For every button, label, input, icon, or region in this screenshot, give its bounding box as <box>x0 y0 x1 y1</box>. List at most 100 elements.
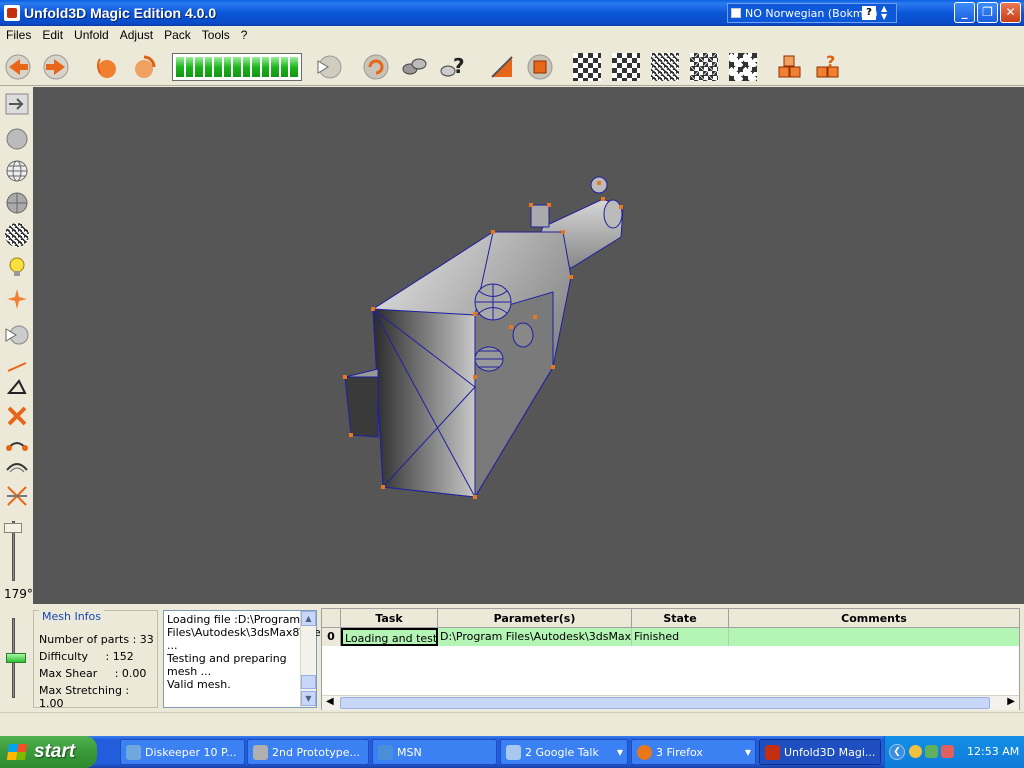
menu-adjust[interactable]: Adjust <box>114 28 158 42</box>
table-hscrollbar[interactable]: ◀ ▶ <box>322 695 1019 710</box>
sphere-icon[interactable] <box>5 127 29 151</box>
log-textbox[interactable]: Loading file :D:\Program Files\Autodesk\… <box>163 610 395 708</box>
pan-icon[interactable] <box>315 53 343 81</box>
mesh-render <box>343 176 624 499</box>
pin-icon[interactable] <box>5 287 29 311</box>
show-hidden-icons[interactable]: ❮ <box>889 744 905 760</box>
toolbar: ? ? <box>0 44 1024 86</box>
task-msn[interactable]: MSN <box>372 739 497 765</box>
network-icon[interactable] <box>909 745 922 758</box>
task-label: Unfold3D Magi... <box>784 746 876 759</box>
mesh-infos-title: Mesh Infos <box>39 610 105 623</box>
delete-icon[interactable] <box>5 404 29 428</box>
bottom-panel: Mesh Infos Number of parts : 33 Difficul… <box>0 604 1024 712</box>
progress-segment <box>185 57 194 77</box>
task-label: 2 Google Talk <box>525 746 599 759</box>
scroll-down-icon[interactable]: ▼ <box>301 691 316 706</box>
windows-logo-icon <box>6 744 28 760</box>
table-row[interactable]: 0 Loading and testing D:\Program Files\A… <box>322 628 1019 646</box>
menu-unfold[interactable]: Unfold <box>68 28 114 42</box>
checker-fine-icon[interactable] <box>651 53 679 81</box>
progress-segment <box>223 57 232 77</box>
mail-icon[interactable] <box>941 745 954 758</box>
hscroll-thumb[interactable] <box>340 697 990 709</box>
angle-slider-thumb[interactable] <box>4 523 22 533</box>
task-firefox[interactable]: 3 Firefox ▼ <box>631 739 756 765</box>
stop-icon[interactable] <box>526 53 554 81</box>
wire-sphere-icon[interactable] <box>5 159 29 183</box>
cell-state[interactable]: Finished <box>632 628 729 646</box>
app-icon[interactable] <box>4 5 20 21</box>
bend-down-icon[interactable] <box>5 454 29 478</box>
header-parameters[interactable]: Parameter(s) <box>438 609 632 628</box>
checker-medium-icon[interactable] <box>690 53 718 81</box>
checker-help-icon[interactable] <box>612 53 640 81</box>
cell-comments[interactable] <box>729 628 1019 646</box>
cell-parameters[interactable]: D:\Program Files\Autodesk\3dsMax8\m <box>438 628 632 646</box>
language-options-icon[interactable]: ▲ ▼ <box>881 5 887 21</box>
language-selector[interactable]: NO Norwegian (Bokmal) ? ▲ ▼ <box>727 3 897 23</box>
progress-segment <box>242 57 251 77</box>
task-unfold3d[interactable]: Unfold3D Magi... <box>759 739 881 765</box>
start-button[interactable]: start <box>0 736 97 768</box>
status-bar <box>0 712 1024 732</box>
menu-pack[interactable]: Pack <box>158 28 196 42</box>
checker-coarse-icon[interactable] <box>729 53 757 81</box>
cell-task[interactable]: Loading and testing <box>341 628 438 646</box>
task-google-talk[interactable]: 2 Google Talk ▼ <box>500 739 628 765</box>
progress-segment <box>280 57 289 77</box>
scroll-left-icon[interactable]: ◀ <box>326 696 334 707</box>
task-table: Task Parameter(s) State Comments 0 Loadi… <box>321 608 1020 710</box>
log-scrollbar[interactable]: ▲ ▼ <box>300 611 316 707</box>
arrow-icon[interactable] <box>5 375 29 399</box>
maximize-button[interactable]: ❐ <box>977 2 998 23</box>
task-prototype[interactable]: 2nd Prototype... <box>247 739 369 765</box>
left-toolbar: 179° <box>0 87 33 604</box>
arrow-right-icon[interactable] <box>42 53 70 81</box>
pack-icon[interactable] <box>776 53 804 81</box>
menu-files[interactable]: Files <box>0 28 36 42</box>
help-icon[interactable]: ? <box>438 53 466 81</box>
language-help-button[interactable]: ? <box>862 6 876 20</box>
arrow-left-icon[interactable] <box>4 53 32 81</box>
zoom-slider-thumb[interactable] <box>6 653 26 663</box>
progress-segment <box>176 57 184 77</box>
chat-bubble-icon <box>506 745 521 760</box>
select-pan-icon[interactable] <box>5 323 29 347</box>
pipes-icon[interactable] <box>400 53 428 81</box>
grid-sphere-icon[interactable] <box>5 191 29 215</box>
light-bulb-icon[interactable] <box>5 255 29 279</box>
svg-text:?: ? <box>453 54 465 78</box>
header-state[interactable]: State <box>632 609 729 628</box>
unfold3d-icon <box>765 745 780 760</box>
rotate-view-icon[interactable] <box>362 53 390 81</box>
checker-arrow-icon[interactable] <box>573 53 601 81</box>
next-icon[interactable] <box>5 92 29 116</box>
header-comments[interactable]: Comments <box>729 609 1019 628</box>
pack-help-icon[interactable]: ? <box>814 53 842 81</box>
menu-help[interactable]: ? <box>235 28 253 42</box>
scroll-thumb[interactable] <box>301 675 316 689</box>
scroll-right-icon[interactable]: ▶ <box>1007 696 1015 707</box>
scissors-icon[interactable] <box>5 484 29 508</box>
header-task[interactable]: Task <box>341 609 438 628</box>
menu-edit[interactable]: Edit <box>36 28 68 42</box>
scroll-up-icon[interactable]: ▲ <box>301 611 316 626</box>
task-diskeeper[interactable]: Diskeeper 10 P... <box>120 739 245 765</box>
rotate-sphere-icon[interactable] <box>130 53 158 81</box>
menu-tools[interactable]: Tools <box>196 28 235 42</box>
diskeeper-icon <box>126 745 141 760</box>
checker-sphere-icon[interactable] <box>5 223 29 247</box>
taskbar: start Diskeeper 10 P... 2nd Prototype...… <box>0 736 1024 768</box>
progress-segment <box>252 57 260 77</box>
3d-viewport[interactable] <box>33 87 1024 604</box>
group-arrow-icon: ▼ <box>744 748 751 757</box>
close-button[interactable]: ✕ <box>1000 2 1021 23</box>
cut-icon[interactable] <box>488 53 516 81</box>
security-icon[interactable] <box>925 745 938 758</box>
orange-sphere-icon[interactable] <box>92 53 120 81</box>
minimize-button[interactable]: _ <box>954 2 975 23</box>
progress-segment <box>233 57 241 77</box>
keyboard-icon <box>731 8 741 18</box>
header-corner <box>322 609 341 628</box>
